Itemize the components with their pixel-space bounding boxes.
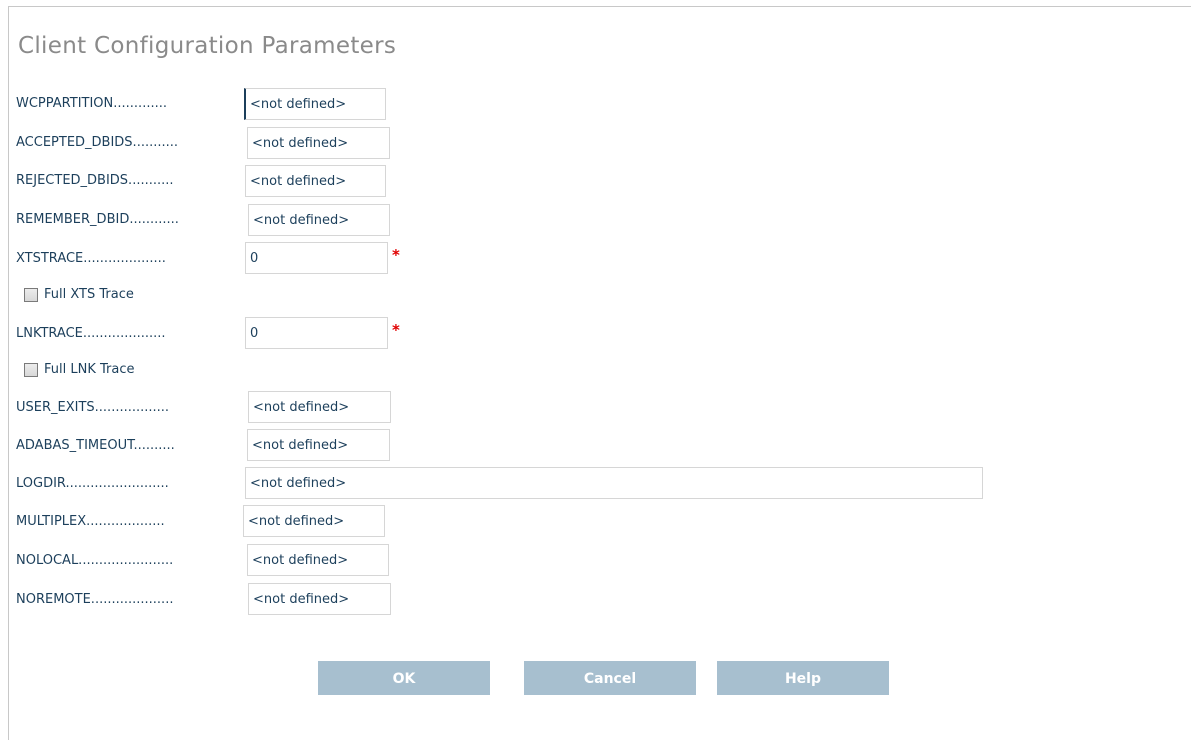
adabas-timeout-input[interactable] [247, 429, 390, 461]
label-remember-dbid: REMEMBER_DBID............ [16, 212, 179, 227]
page-title: Client Configuration Parameters [18, 33, 397, 59]
cancel-button[interactable]: Cancel [524, 661, 696, 695]
full-lnk-trace-label: Full LNK Trace [44, 362, 135, 377]
multiplex-input[interactable] [243, 505, 385, 537]
label-lnktrace: LNKTRACE.................... [16, 326, 166, 341]
xtstrace-input[interactable] [245, 242, 388, 274]
nolocal-input[interactable] [247, 544, 389, 576]
full-lnk-trace-checkbox[interactable] [24, 363, 38, 377]
rejected-dbids-input[interactable] [245, 165, 386, 197]
user-exits-input[interactable] [248, 391, 391, 423]
label-noremote: NOREMOTE.................... [16, 592, 174, 607]
ok-button[interactable]: OK [318, 661, 490, 695]
label-accepted-dbids: ACCEPTED_DBIDS........... [16, 135, 179, 150]
label-multiplex: MULTIPLEX................... [16, 514, 165, 529]
label-user-exits: USER_EXITS.................. [16, 400, 170, 415]
label-nolocal: NOLOCAL....................... [16, 553, 174, 568]
lnktrace-required-marker: * [392, 321, 400, 339]
help-button[interactable]: Help [717, 661, 889, 695]
noremote-input[interactable] [248, 583, 391, 615]
wcppartition-input[interactable] [244, 88, 386, 120]
full-xts-trace-label: Full XTS Trace [44, 287, 134, 302]
lnktrace-input[interactable] [245, 317, 388, 349]
dialog-frame [8, 6, 1191, 740]
logdir-input[interactable] [245, 467, 983, 499]
remember-dbid-input[interactable] [248, 204, 390, 236]
label-wcppartition: WCPPARTITION............. [16, 96, 167, 111]
full-xts-trace-checkbox[interactable] [24, 288, 38, 302]
label-xtstrace: XTSTRACE.................... [16, 251, 166, 266]
label-rejected-dbids: REJECTED_DBIDS........... [16, 173, 174, 188]
label-adabas-timeout: ADABAS_TIMEOUT.......... [16, 438, 175, 453]
accepted-dbids-input[interactable] [247, 127, 390, 159]
xtstrace-required-marker: * [392, 246, 400, 264]
label-logdir: LOGDIR......................... [16, 476, 169, 491]
